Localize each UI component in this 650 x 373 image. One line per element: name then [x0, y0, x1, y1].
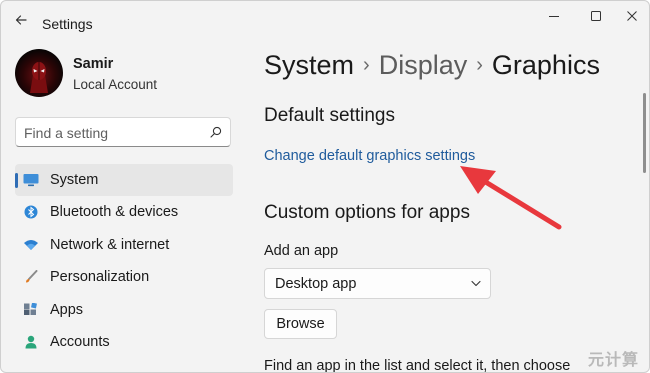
search-input[interactable] [24, 124, 194, 142]
app-type-value: Desktop app [275, 276, 357, 292]
avatar[interactable] [15, 49, 63, 97]
helper-text: Find an app in the list and select it, t… [264, 358, 571, 373]
scrollbar[interactable] [643, 93, 646, 173]
breadcrumb-system[interactable]: System [264, 50, 354, 80]
sidebar-item-network[interactable]: Network & internet [15, 229, 233, 261]
add-app-label: Add an app [264, 243, 339, 259]
back-button[interactable] [10, 11, 32, 31]
app-type-select[interactable]: Desktop app [264, 268, 491, 299]
sidebar-item-label: Network & internet [50, 236, 170, 253]
custom-options-heading: Custom options for apps [264, 202, 470, 223]
annotation-arrow-icon [460, 166, 562, 230]
search-box[interactable] [15, 117, 231, 147]
wifi-icon [24, 239, 38, 250]
brush-icon [26, 270, 38, 283]
sidebar-item-personalization[interactable]: Personalization [15, 261, 233, 293]
change-default-graphics-link[interactable]: Change default graphics settings [264, 148, 475, 164]
sidebar-item-label: Bluetooth & devices [50, 204, 179, 221]
sidebar-item-label: System [50, 172, 99, 188]
breadcrumb-separator: › [476, 54, 483, 76]
sidebar-item-label: Accounts [50, 333, 110, 350]
account-type: Local Account [73, 77, 158, 92]
bluetooth-icon [24, 205, 38, 219]
person-icon [25, 335, 37, 349]
sidebar-nav: System Bluetooth & devices Network & int… [15, 164, 233, 358]
sidebar-item-bluetooth[interactable]: Bluetooth & devices [15, 196, 233, 228]
breadcrumb-separator: › [363, 54, 370, 76]
breadcrumb-display[interactable]: Display [379, 50, 468, 80]
sidebar-item-system[interactable]: System [15, 164, 233, 196]
monitor-icon [23, 174, 39, 187]
avatar-image [30, 62, 48, 93]
breadcrumb: System › Display › Graphics [264, 50, 600, 81]
sidebar-item-label: Personalization [50, 269, 150, 286]
sidebar-item-label: Apps [50, 301, 84, 318]
sidebar-item-apps[interactable]: Apps [15, 294, 233, 326]
search-icon[interactable] [210, 126, 222, 138]
browse-button[interactable]: Browse [264, 309, 337, 339]
watermark-logo: 元计算 [588, 352, 640, 369]
settings-window: Settings Samir Local Account Find a sett… [0, 0, 650, 373]
chevron-down-icon [471, 280, 481, 287]
sidebar-item-accounts[interactable]: Accounts [15, 326, 233, 358]
user-name: Samir [73, 56, 114, 72]
app-title: Settings [42, 16, 93, 32]
page-title: Graphics [491, 50, 600, 80]
default-settings-heading: Default settings [264, 105, 395, 126]
apps-icon [24, 302, 37, 315]
selected-indicator [15, 173, 18, 188]
back-arrow-icon [15, 15, 27, 25]
